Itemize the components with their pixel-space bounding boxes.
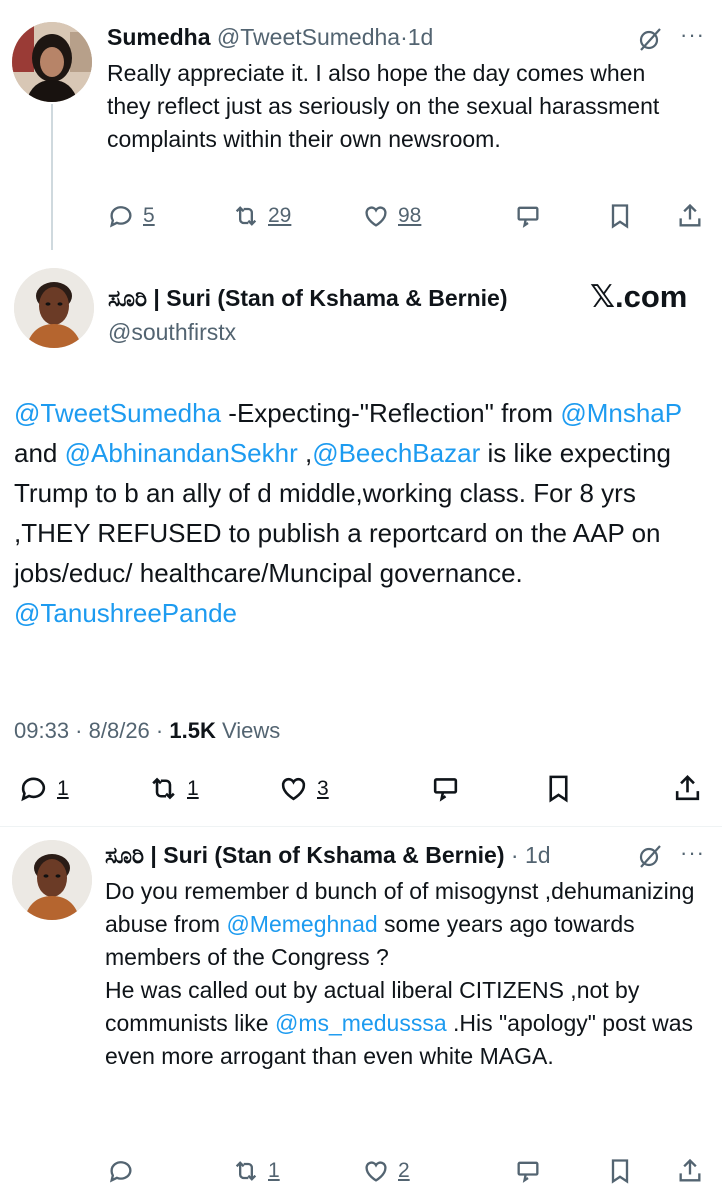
- grok-icon: [517, 206, 539, 228]
- like-icon: [365, 1161, 387, 1182]
- bookmark-icon: [611, 204, 629, 229]
- repost-button[interactable]: 1: [148, 773, 199, 804]
- post-text: Do you remember d bunch of of misogynst …: [105, 878, 695, 1069]
- like-button[interactable]: 2: [362, 1157, 410, 1185]
- post-time[interactable]: 09:33: [14, 718, 69, 743]
- bookmark-button[interactable]: [606, 1157, 634, 1185]
- reply-button[interactable]: [107, 1157, 135, 1185]
- post-text: @TweetSumedha -Expecting-"Reflection" fr…: [14, 398, 682, 628]
- x-logo-icon: 𝕏: [590, 279, 615, 314]
- author-name[interactable]: Sumedha: [107, 24, 211, 50]
- mention-link[interactable]: @ms_medusssa: [275, 1010, 447, 1036]
- mention-link[interactable]: @MnshaP: [560, 398, 681, 428]
- avatar[interactable]: [12, 22, 92, 102]
- reply-button[interactable]: 5: [107, 202, 155, 230]
- reply-icon: [21, 777, 46, 802]
- repost-icon: [152, 777, 175, 800]
- mention-link[interactable]: @TanushreePande: [14, 598, 237, 628]
- author-handle[interactable]: @southfirstx: [108, 317, 236, 347]
- author-name[interactable]: ಸೂರಿ | Suri (Stan of Kshama & Bernie): [105, 842, 504, 868]
- post-text: Really appreciate it. I also hope the da…: [107, 60, 660, 152]
- grok-icon[interactable]: [637, 843, 663, 874]
- repost-icon: [235, 1161, 257, 1181]
- grok-analyze-button[interactable]: [514, 202, 542, 230]
- like-count: 98: [398, 204, 422, 227]
- mention-link[interactable]: @AbhinandanSekhr: [65, 438, 298, 468]
- repost-icon: [235, 206, 257, 226]
- repost-button[interactable]: 1: [232, 1157, 280, 1185]
- avatar[interactable]: [14, 268, 94, 348]
- grok-icon[interactable]: [637, 26, 663, 57]
- views-label: Views: [221, 718, 281, 743]
- like-button[interactable]: 3: [278, 773, 329, 804]
- repost-button[interactable]: 29: [232, 202, 291, 230]
- like-icon: [365, 206, 387, 227]
- avatar[interactable]: [12, 840, 92, 920]
- more-icon[interactable]: ···: [680, 22, 705, 48]
- grok-analyze-button[interactable]: [514, 1157, 542, 1185]
- share-icon: [679, 203, 701, 227]
- post-meta: 09:33 · 8/8/26 · 1.5K Views: [14, 718, 281, 743]
- post-date[interactable]: 8/8/26: [89, 718, 150, 743]
- share-button[interactable]: [672, 773, 703, 804]
- reply-button[interactable]: 1: [18, 773, 69, 804]
- separator-dot: ·: [510, 842, 519, 868]
- repost-count: 29: [268, 204, 292, 227]
- mention-link[interactable]: @TweetSumedha: [14, 398, 221, 428]
- reply-count: 1: [57, 776, 69, 800]
- share-button[interactable]: [676, 202, 704, 230]
- share-icon: [679, 1158, 701, 1182]
- post-time[interactable]: 1d: [408, 24, 434, 50]
- reply-count: 5: [143, 204, 155, 227]
- grok-analyze-button[interactable]: [430, 773, 461, 804]
- like-count: 3: [317, 776, 329, 800]
- bookmark-button[interactable]: [606, 202, 634, 230]
- bookmark-button[interactable]: [543, 773, 574, 804]
- x-com-logo: 𝕏.com: [590, 279, 688, 314]
- like-count: 2: [398, 1159, 410, 1182]
- bookmark-icon: [611, 1159, 629, 1184]
- more-icon[interactable]: ···: [680, 840, 705, 866]
- author-handle[interactable]: @TweetSumedha: [217, 24, 400, 50]
- reply-header: ಸೂರಿ | Suri (Stan of Kshama & Bernie) · …: [105, 840, 551, 870]
- mention-link[interactable]: @Memeghnad: [226, 911, 377, 937]
- views-count: 1.5K: [169, 718, 216, 743]
- mention-link[interactable]: @BeechBazar: [312, 438, 480, 468]
- like-icon: [281, 777, 306, 801]
- repost-count: 1: [187, 776, 199, 800]
- share-button[interactable]: [676, 1157, 704, 1185]
- bookmark-icon: [549, 775, 568, 803]
- reply-header: Sumedha @TweetSumedha·1d: [107, 22, 433, 52]
- thread-connector-line: [51, 104, 53, 250]
- repost-count: 1: [268, 1159, 280, 1182]
- post-time[interactable]: 1d: [525, 842, 551, 868]
- divider: [0, 826, 722, 827]
- grok-icon: [433, 778, 458, 802]
- share-icon: [675, 775, 700, 801]
- author-name[interactable]: ಸೂರಿ | Suri (Stan of Kshama & Bernie): [108, 283, 507, 313]
- grok-icon: [517, 1161, 539, 1183]
- separator-dot: ·: [400, 24, 408, 50]
- reply-icon: [109, 1161, 132, 1183]
- reply-icon: [109, 206, 132, 228]
- like-button[interactable]: 98: [362, 202, 421, 230]
